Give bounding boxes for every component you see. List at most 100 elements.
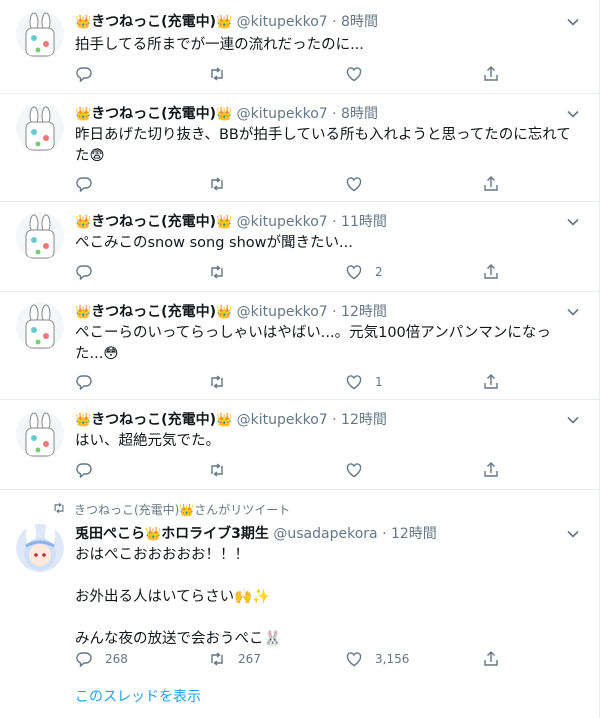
display-name[interactable]: きつねっこ(充電中) bbox=[91, 106, 216, 122]
like-button[interactable]: 2 bbox=[345, 262, 383, 282]
retweet-count: 267 bbox=[238, 652, 261, 666]
tweet-retweeted[interactable]: 兎田ぺこら👑ホロライブ3期生 @usadapekora · 12時間 おはぺこお… bbox=[0, 490, 600, 718]
tweet[interactable]: 👑きつねっこ(充電中)👑 @kitupekko7 · 8時間 拍手してる所までが… bbox=[0, 0, 600, 94]
display-name[interactable]: きつねっこ(充電中) bbox=[91, 304, 216, 320]
heart-icon bbox=[345, 461, 363, 479]
display-name[interactable]: きつねっこ(充電中) bbox=[91, 412, 216, 428]
reply-button[interactable]: 268 bbox=[75, 649, 128, 669]
crown-icon: 👑 bbox=[215, 107, 233, 122]
chevron-down-icon[interactable] bbox=[564, 525, 582, 543]
user-handle[interactable]: @usadapekora bbox=[273, 526, 377, 542]
timestamp[interactable]: 12時間 bbox=[391, 526, 437, 542]
share-button[interactable] bbox=[482, 174, 500, 194]
retweet-icon bbox=[208, 461, 226, 479]
timestamp[interactable]: 8時間 bbox=[341, 14, 378, 30]
like-button[interactable]: 1 bbox=[345, 372, 383, 392]
retweet-button[interactable]: 267 bbox=[208, 649, 261, 669]
separator-dot: · bbox=[332, 304, 337, 320]
reply-button[interactable] bbox=[75, 64, 105, 84]
tweet[interactable]: 👑きつねっこ(充電中)👑 @kitupekko7 · 8時間 昨日あげた切り抜き… bbox=[0, 94, 600, 202]
reply-icon bbox=[75, 263, 93, 281]
like-button[interactable] bbox=[345, 64, 375, 84]
user-handle[interactable]: @kitupekko7 bbox=[237, 214, 328, 230]
reply-button[interactable] bbox=[75, 174, 105, 194]
separator-dot: · bbox=[382, 526, 387, 542]
reply-button[interactable] bbox=[75, 372, 105, 392]
chevron-down-icon[interactable] bbox=[564, 411, 582, 429]
chevron-down-icon[interactable] bbox=[564, 303, 582, 321]
tweet-text: 拍手してる所までが一連の流れだったのに... bbox=[75, 37, 364, 53]
separator-dot: · bbox=[332, 214, 337, 230]
share-button[interactable] bbox=[482, 64, 500, 84]
display-name[interactable]: 兎田ぺこら👑ホロライブ3期生 bbox=[75, 526, 269, 542]
chevron-down-icon[interactable] bbox=[564, 13, 582, 31]
share-icon bbox=[482, 263, 500, 281]
retweet-button[interactable] bbox=[208, 460, 238, 480]
separator-dot: · bbox=[332, 106, 337, 122]
crown-icon: 👑 bbox=[75, 107, 92, 122]
timestamp[interactable]: 8時間 bbox=[341, 106, 378, 122]
user-handle[interactable]: @kitupekko7 bbox=[237, 304, 328, 320]
share-button[interactable] bbox=[482, 262, 500, 282]
retweet-button[interactable] bbox=[208, 372, 238, 392]
tweet-text: 昨日あげた切り抜き、BBが拍手している所も入れようと思ってたのに忘れてた😨 bbox=[75, 127, 571, 164]
timestamp[interactable]: 11時間 bbox=[341, 214, 387, 230]
tweet-actions bbox=[75, 174, 507, 194]
timeline-feed: 👑きつねっこ(充電中)👑 @kitupekko7 · 8時間 拍手してる所までが… bbox=[0, 0, 600, 718]
reply-button[interactable] bbox=[75, 460, 105, 480]
tweet-header: 兎田ぺこら👑ホロライブ3期生 @usadapekora · 12時間 bbox=[75, 524, 560, 544]
display-name[interactable]: きつねっこ(充電中) bbox=[91, 14, 216, 30]
user-handle[interactable]: @kitupekko7 bbox=[237, 14, 328, 30]
user-handle[interactable]: @kitupekko7 bbox=[237, 412, 328, 428]
show-thread-link[interactable]: このスレッドを表示 bbox=[75, 686, 201, 706]
tweet-header: 👑きつねっこ(充電中)👑 @kitupekko7 · 11時間 bbox=[75, 212, 560, 232]
retweet-icon bbox=[208, 373, 226, 391]
avatar[interactable] bbox=[16, 10, 64, 58]
avatar[interactable] bbox=[16, 410, 64, 458]
timestamp[interactable]: 12時間 bbox=[341, 304, 387, 320]
share-button[interactable] bbox=[482, 649, 500, 669]
like-button[interactable] bbox=[345, 174, 375, 194]
heart-icon bbox=[345, 373, 363, 391]
tweet-text: はい、超絶元気でた。 bbox=[75, 433, 220, 449]
share-button[interactable] bbox=[482, 372, 500, 392]
tweet-actions bbox=[75, 64, 507, 84]
crown-icon: 👑 bbox=[75, 305, 92, 320]
chevron-down-icon[interactable] bbox=[564, 105, 582, 123]
crown-icon: 👑 bbox=[215, 215, 233, 230]
retweet-button[interactable] bbox=[208, 64, 238, 84]
reply-icon bbox=[75, 461, 93, 479]
chevron-down-icon[interactable] bbox=[564, 213, 582, 231]
like-count: 3,156 bbox=[375, 652, 410, 666]
tweet-actions: 268 267 3,156 bbox=[75, 649, 507, 669]
crown-icon: 👑 bbox=[145, 527, 162, 542]
heart-icon bbox=[345, 650, 363, 668]
retweet-button[interactable] bbox=[208, 174, 238, 194]
like-button[interactable] bbox=[345, 460, 375, 480]
share-icon bbox=[482, 650, 500, 668]
display-name[interactable]: きつねっこ(充電中) bbox=[91, 214, 216, 230]
reply-icon bbox=[75, 373, 93, 391]
tweet-text: おはぺこおおおおお！！！ お外出る人はいてらさい🙌✨ みんな夜の放送で会おうぺこ… bbox=[75, 547, 282, 647]
avatar[interactable] bbox=[16, 524, 64, 572]
reply-button[interactable] bbox=[75, 262, 105, 282]
timestamp[interactable]: 12時間 bbox=[341, 412, 387, 428]
crown-icon: 👑 bbox=[215, 413, 233, 428]
like-count: 1 bbox=[375, 375, 383, 389]
share-icon bbox=[482, 65, 500, 83]
user-handle[interactable]: @kitupekko7 bbox=[237, 106, 328, 122]
tweet[interactable]: 👑きつねっこ(充電中)👑 @kitupekko7 · 12時間 はい、超絶元気で… bbox=[0, 400, 600, 490]
share-button[interactable] bbox=[482, 460, 500, 480]
retweet-icon bbox=[208, 65, 226, 83]
like-button[interactable]: 3,156 bbox=[345, 649, 409, 669]
retweet-button[interactable] bbox=[208, 262, 238, 282]
heart-icon bbox=[345, 65, 363, 83]
retweet-icon bbox=[208, 263, 226, 281]
crown-icon: 👑 bbox=[75, 413, 92, 428]
tweet[interactable]: 👑きつねっこ(充電中)👑 @kitupekko7 · 11時間 ぺこみこのsno… bbox=[0, 202, 600, 292]
tweet[interactable]: 👑きつねっこ(充電中)👑 @kitupekko7 · 12時間 ぺこーらのいって… bbox=[0, 292, 600, 400]
avatar[interactable] bbox=[16, 302, 64, 350]
tweet-text: ぺこみこのsnow song showが聞きたい... bbox=[75, 235, 353, 251]
avatar[interactable] bbox=[16, 212, 64, 260]
avatar[interactable] bbox=[16, 104, 64, 152]
